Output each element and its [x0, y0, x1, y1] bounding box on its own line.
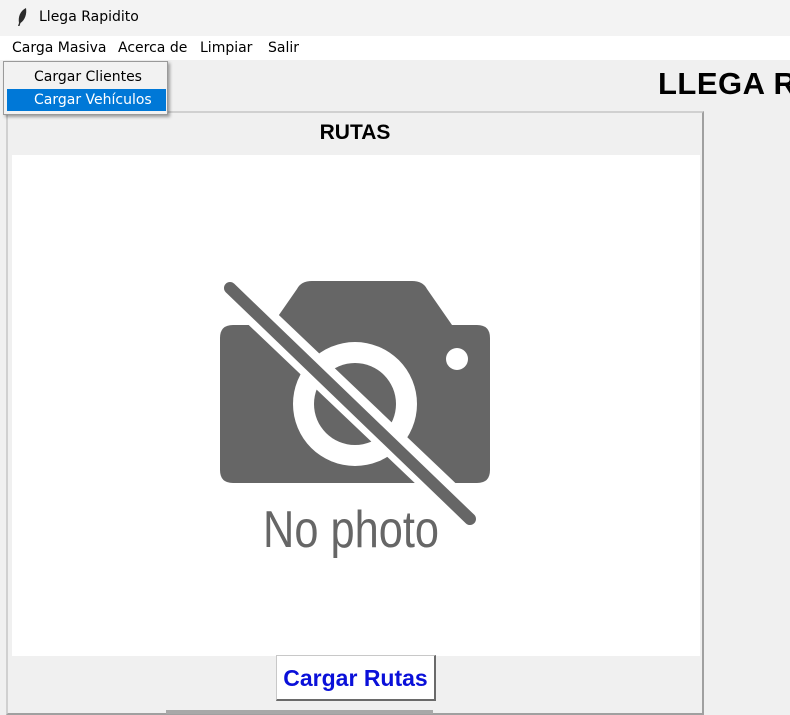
carga-masiva-dropdown: Cargar Clientes Cargar Vehículos — [3, 61, 168, 115]
menu-salir[interactable]: Salir — [268, 40, 299, 56]
title-bar: Llega Rapidito — [0, 0, 790, 36]
no-photo-label: No photo — [263, 501, 439, 559]
no-photo-camera-icon: No photo — [214, 272, 490, 559]
cargar-rutas-button[interactable]: Cargar Rutas — [276, 655, 436, 701]
window-title: Llega Rapidito — [39, 9, 139, 25]
route-image-area: No photo — [12, 155, 700, 656]
rutas-panel: RUTAS No photo Cargar Rutas — [6, 111, 704, 715]
feather-icon — [18, 8, 27, 26]
left-edge-strip — [0, 60, 5, 715]
menu-item-cargar-vehiculos[interactable]: Cargar Vehículos — [7, 89, 166, 111]
app-banner-title: LLEGA R — [658, 66, 790, 101]
menu-limpiar[interactable]: Limpiar — [200, 40, 252, 56]
horizontal-scrollbar-thumb[interactable] — [166, 710, 433, 714]
menu-bar: Carga Masiva Acerca de Limpiar Salir — [0, 36, 790, 60]
panel-heading: RUTAS — [319, 121, 391, 144]
menu-item-cargar-clientes[interactable]: Cargar Clientes — [7, 66, 166, 88]
menu-carga-masiva[interactable]: Carga Masiva — [12, 40, 107, 56]
menu-acerca-de[interactable]: Acerca de — [118, 40, 187, 56]
